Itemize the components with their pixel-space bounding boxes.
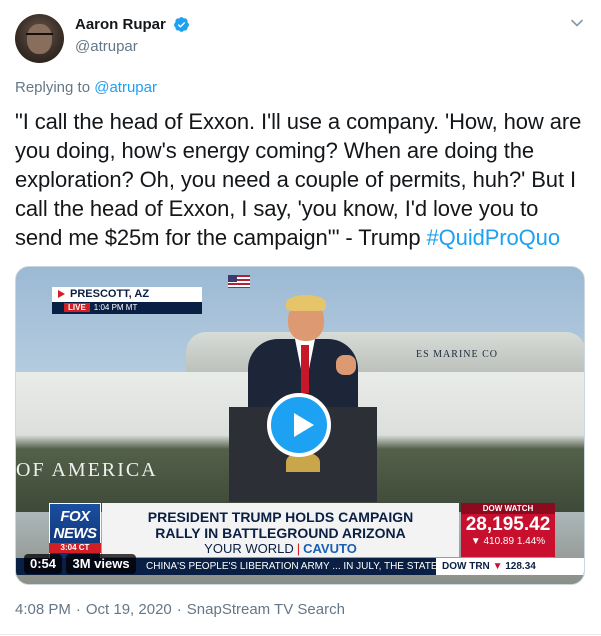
- ticker-dow-label: DOW TRN: [442, 561, 490, 572]
- reply-target-link[interactable]: @atrupar: [94, 79, 157, 96]
- location-live-bar: LIVE 1:04 PM MT: [52, 302, 202, 314]
- show-host: CAVUTO: [303, 541, 357, 556]
- dow-value: 28,195.42: [465, 514, 551, 535]
- divider: [0, 634, 601, 635]
- tweet-text: "I call the head of Exxon. I'll use a co…: [15, 107, 587, 252]
- handle[interactable]: @atrupar: [75, 38, 190, 55]
- display-name[interactable]: Aaron Rupar: [75, 16, 166, 33]
- speaker-hand: [336, 355, 356, 375]
- dow-change-value: ▼ 410.89: [470, 536, 515, 547]
- play-button[interactable]: [267, 393, 331, 457]
- author-block[interactable]: Aaron Rupar @atrupar: [75, 16, 190, 55]
- ticker-text: CHINA'S PEOPLE'S LIBERATION ARMY ... IN …: [146, 561, 455, 572]
- show-bar: YOUR WORLD | CAVUTO: [102, 541, 459, 557]
- replying-to: Replying to @atrupar: [15, 79, 157, 96]
- dow-change-pct: 1.44%: [516, 536, 546, 547]
- location-name: PRESCOTT, AZ: [52, 287, 202, 302]
- avatar-glasses: [26, 33, 53, 39]
- avatar-face: [27, 24, 52, 54]
- tweet-date[interactable]: Oct 19, 2020: [86, 601, 172, 618]
- meta-separator: ·: [75, 601, 81, 618]
- flag-icon: [228, 275, 250, 288]
- meta-separator-2: ·: [176, 601, 182, 618]
- news-logo-text: NEWS: [53, 525, 98, 542]
- show-name: YOUR WORLD: [204, 541, 294, 556]
- dow-watch-box: DOW WATCH 28,195.42 ▼ 410.89 1.44%: [461, 503, 555, 557]
- location-time: 1:04 PM MT: [93, 303, 138, 312]
- speaker-hair: [286, 295, 326, 311]
- tweet-source[interactable]: SnapStream TV Search: [187, 601, 345, 618]
- dow-label: DOW WATCH: [461, 503, 555, 514]
- ticker-dow-value: 128.34: [505, 561, 536, 572]
- down-arrow-icon: ▼: [492, 561, 503, 572]
- headline-line1: PRESIDENT TRUMP HOLDS CAMPAIGN: [147, 509, 414, 525]
- verified-badge-icon: [174, 17, 190, 33]
- ticker-dow: DOW TRN ▼ 128.34: [436, 558, 584, 575]
- dow-change: ▼ 410.89 1.44%: [461, 536, 555, 548]
- show-separator: |: [296, 541, 301, 556]
- tweet-time[interactable]: 4:08 PM: [15, 601, 71, 618]
- location-bug: PRESCOTT, AZ LIVE 1:04 PM MT: [52, 287, 202, 315]
- video-player[interactable]: ES MARINE CO OF AMERICA PRESCOTT, AZ LIV…: [15, 266, 585, 585]
- headline-line2: RALLY IN BATTLEGROUND ARIZONA: [155, 525, 406, 541]
- speaker-tie: [301, 345, 309, 393]
- fox-logo-text: FOX: [60, 508, 90, 525]
- live-label: LIVE: [64, 303, 90, 312]
- tweet-meta: 4:08 PM · Oct 19, 2020 · SnapStream TV Searc…: [15, 601, 345, 618]
- helicopter-lettering: ES MARINE CO: [416, 349, 499, 360]
- video-duration: 0:54: [24, 554, 63, 574]
- helicopter-america-lettering: OF AMERICA: [16, 459, 158, 481]
- replying-prefix: Replying to: [15, 79, 91, 96]
- video-views: 3M views: [66, 554, 136, 574]
- network-time: 3:04 CT: [49, 543, 101, 553]
- hashtag-link[interactable]: #QuidProQuo: [427, 225, 561, 250]
- video-badges: 0:54 3M views: [24, 554, 136, 576]
- avatar[interactable]: [15, 14, 64, 63]
- chevron-down-icon[interactable]: [570, 16, 584, 30]
- tweet-header: Aaron Rupar @atrupar: [15, 14, 586, 64]
